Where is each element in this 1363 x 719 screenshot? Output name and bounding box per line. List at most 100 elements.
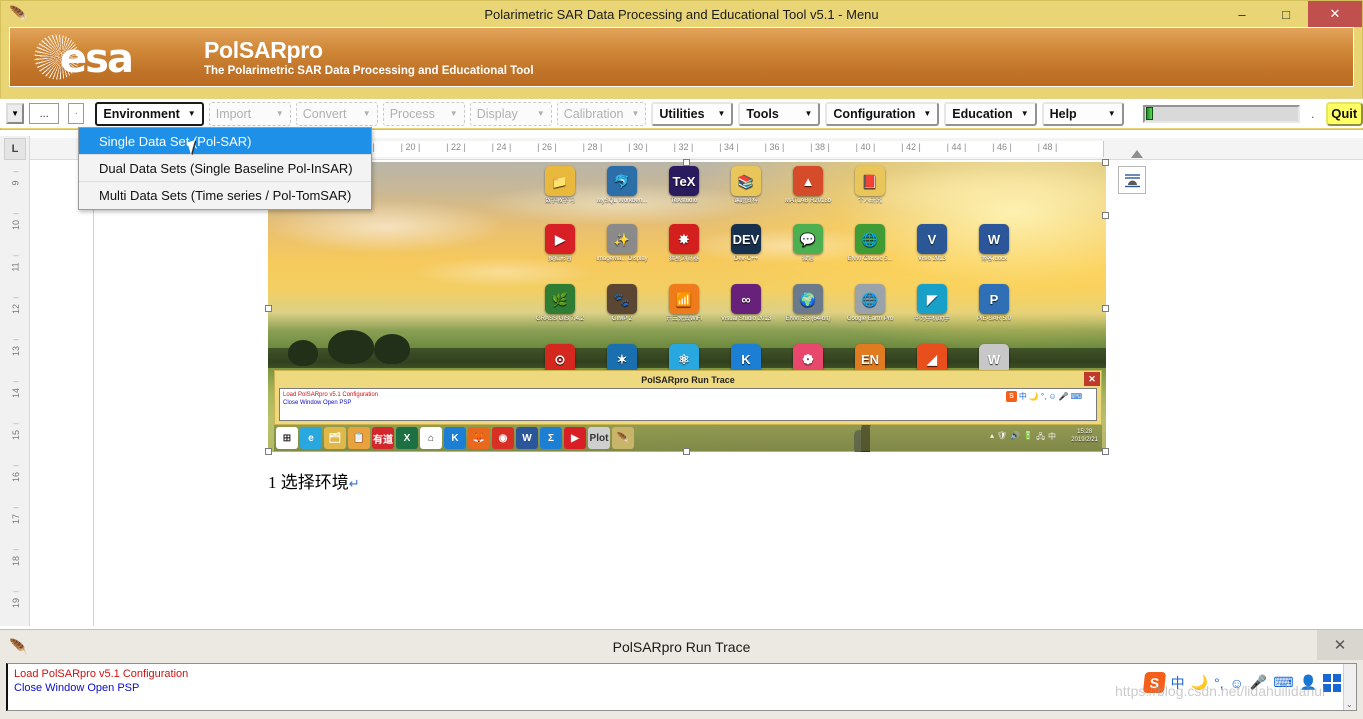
degree-icon[interactable]: °, [1214, 675, 1224, 691]
user-switch-icon[interactable]: 👤 [1300, 674, 1317, 691]
chrome-icon[interactable]: ◉ [492, 427, 514, 449]
menu-button-environment[interactable]: Environment ▼ [95, 101, 204, 126]
scroll-down-icon[interactable]: ⌄ [1346, 700, 1353, 709]
kugou-icon[interactable]: K [444, 427, 466, 449]
excel-icon[interactable]: X [396, 427, 418, 449]
window-controls: – □ ✕ [1220, 1, 1362, 27]
start-icon[interactable]: ⊞ [276, 427, 298, 449]
image-selection-handle[interactable] [1102, 305, 1109, 312]
desktop-icon[interactable]: 🌐 ENVI Classic 5... [844, 224, 896, 263]
keyboard-icon[interactable]: ⌨ [1273, 674, 1293, 691]
desktop-icon[interactable]: 📁 数学教学习 [534, 166, 586, 205]
desktop-icon[interactable]: ∞ Visual Studio 2013 [720, 284, 772, 323]
desktop-icon[interactable]: 📶 开三免费WiFi [658, 284, 710, 323]
document-caption-paragraph[interactable]: 1 选择环境↵ [268, 468, 360, 493]
layout-options-icon[interactable] [1118, 166, 1146, 194]
firefox-icon[interactable]: 🦊 [468, 427, 490, 449]
desktop-icon[interactable]: 📚 课题资料 [720, 166, 772, 205]
desktop-icon[interactable]: ▲ MATLAB R2018b [782, 166, 834, 205]
toolbar-dropdown-arrow-button[interactable]: ▼ [6, 103, 25, 124]
feather-icon[interactable]: 🪶 [612, 427, 634, 449]
desktop-icon[interactable]: 📕 个人研究 [844, 166, 896, 205]
desktop-icon[interactable]: ◤ 华为手机助手 [906, 284, 958, 323]
desktop-icon-glyph: 🌍 [793, 284, 823, 314]
desktop-icon[interactable]: TeX TeXstudio [658, 166, 710, 205]
sigma-icon[interactable]: Σ [540, 427, 562, 449]
desktop-icon[interactable]: 🌿 GRASS GIS 7.4.2 [534, 284, 586, 323]
dropdown-item-0[interactable]: Single Data Set (Pol-SAR) [79, 128, 371, 155]
word-icon[interactable]: W [516, 427, 538, 449]
embedded-system-tray: S 中 🌙 °, ☺ 🎤 ⌨ [1005, 391, 1082, 402]
youdao-icon[interactable]: 有道 [372, 427, 394, 449]
image-selection-handle[interactable] [1102, 212, 1109, 219]
menu-button-help[interactable]: Help ▼ [1041, 101, 1124, 126]
desktop-icon[interactable]: W 博客.docx [968, 224, 1020, 263]
toolbar-status-box[interactable]: ... [29, 103, 60, 124]
embedded-run-trace-close-button[interactable]: ✕ [1084, 372, 1100, 386]
desktop-icon[interactable]: ▶ 搜狐影音 [534, 224, 586, 263]
embedded-run-trace-window[interactable]: PolSARpro Run Trace ✕ Load PolSARpro v5.… [274, 370, 1102, 425]
moon-icon[interactable]: 🌙 [1191, 674, 1208, 691]
media-player-icon[interactable]: ▶ [564, 427, 586, 449]
desktop-icon-glyph: ✨ [607, 224, 637, 254]
chevron-down-icon: ▼ [536, 109, 545, 118]
menu-button-tools[interactable]: Tools ▼ [738, 101, 821, 126]
tree [328, 330, 374, 364]
internet-explorer-icon[interactable]: e [300, 427, 322, 449]
dropdown-item-label: Multi Data Sets (Time series / Pol-TomSA… [99, 188, 352, 203]
desktop-icon-glyph: 📕 [855, 166, 885, 196]
desktop-icon[interactable]: P PIE-SAR 5.0 [968, 284, 1020, 323]
ruler-indent-marker[interactable] [1131, 150, 1143, 158]
desktop-icon[interactable]: DEV Dev-C++ [720, 224, 772, 263]
desktop-icon[interactable]: 🐾 GIMP 2 [596, 284, 648, 323]
ruler-tick-label: 14 [10, 387, 21, 399]
notes-icon[interactable]: 📋 [348, 427, 370, 449]
system-tray[interactable]: S 中 🌙 °, ☺ 🎤 ⌨ 👤 [1142, 672, 1341, 693]
ruler-tick-label: | 36 | [764, 142, 785, 152]
ime-chinese-icon[interactable]: 中 [1171, 673, 1185, 693]
minimize-button[interactable]: – [1220, 1, 1264, 27]
desktop-icon[interactable]: 💬 微信 [782, 224, 834, 263]
image-selection-handle[interactable] [683, 448, 690, 455]
file-explorer-icon[interactable]: 🗂 [324, 427, 346, 449]
close-button[interactable]: ✕ [1308, 1, 1362, 27]
run-trace-close-button[interactable]: ✕ [1317, 630, 1363, 660]
plot-icon[interactable]: Plot [588, 427, 610, 449]
apps-grid-icon[interactable] [1323, 673, 1341, 692]
menu-button-label: Import [215, 106, 252, 121]
image-selection-handle[interactable] [265, 448, 272, 455]
run-trace-window[interactable]: 🪶 PolSARpro Run Trace ✕ Load PolSARpro v… [0, 629, 1363, 719]
image-selection-handle[interactable] [265, 305, 272, 312]
menu-button-configuration[interactable]: Configuration ▼ [825, 101, 940, 126]
tray-chevron-icon: ▴ [989, 431, 994, 440]
smiley-icon[interactable]: ☺ [1230, 675, 1244, 691]
dropdown-item-1[interactable]: Dual Data Sets (Single Baseline Pol-InSA… [79, 155, 371, 182]
desktop-icon[interactable]: ✨ ImageMa... Display [596, 224, 648, 263]
image-selection-handle[interactable] [1102, 159, 1109, 166]
quit-button[interactable]: Quit [1325, 101, 1363, 126]
menu-button-education[interactable]: Education ▼ [944, 101, 1037, 126]
environment-dropdown-menu[interactable]: Single Data Set (Pol-SAR) Dual Data Sets … [78, 127, 372, 210]
home-icon[interactable]: ⌂ [420, 427, 442, 449]
maximize-button[interactable]: □ [1264, 1, 1308, 27]
desktop-icon-label: PIE-SAR 5.0 [976, 316, 1011, 322]
menu-button-utilities[interactable]: Utilities ▼ [651, 101, 734, 126]
ruler-minor-tick: – [13, 250, 19, 260]
toolbar-indicator-box[interactable]: · [68, 103, 85, 124]
image-selection-handle[interactable] [1102, 448, 1109, 455]
polsarpro-titlebar[interactable]: 🪶 Polarimetric SAR Data Processing and E… [1, 1, 1362, 27]
microphone-icon[interactable]: 🎤 [1250, 674, 1267, 691]
run-trace-scrollbar[interactable]: ⌄ [1343, 664, 1356, 710]
desktop-icon[interactable]: ✸ 猎星浏览器 [658, 224, 710, 263]
embedded-taskbar-clock[interactable]: 15:28 2019/2/21 [1071, 428, 1098, 444]
desktop-icon[interactable]: 🐬 MySQL Workben... [596, 166, 648, 205]
vertical-ruler[interactable]: L –9–10–11–12–13–14–15–16–17–18–19–20–21… [0, 136, 30, 719]
desktop-icon[interactable]: 🌐 Google Earth Pro [844, 284, 896, 323]
ruler-tick-label: 15 [10, 429, 21, 441]
sogou-input-icon[interactable]: S [1142, 672, 1166, 693]
desktop-icon[interactable]: V Visio 2013 [906, 224, 958, 263]
dropdown-item-2[interactable]: Multi Data Sets (Time series / Pol-TomSA… [79, 182, 371, 209]
image-selection-handle[interactable] [683, 159, 690, 166]
desktop-icon[interactable]: 🌍 ENVI 5.3 (64-bit) [782, 284, 834, 323]
ruler-corner-tab-selector[interactable]: L [4, 138, 26, 160]
